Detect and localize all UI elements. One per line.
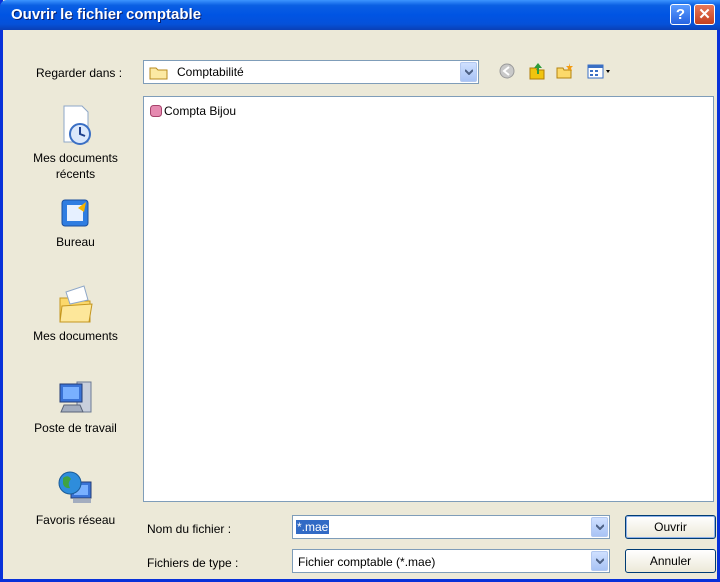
place-network[interactable]: Favoris réseau xyxy=(19,468,132,528)
filetype-value: Fichier comptable (*.mae) xyxy=(298,555,436,569)
place-label: Poste de travail xyxy=(34,421,117,435)
look-in-label: Regarder dans : xyxy=(36,66,123,80)
place-recent[interactable]: Mes documents récents xyxy=(19,104,132,182)
place-label: Mes documents xyxy=(33,329,118,343)
desktop-icon xyxy=(61,199,88,227)
chevron-down-icon[interactable] xyxy=(591,517,608,537)
place-label: Mes documents récents xyxy=(33,151,118,181)
folder-icon xyxy=(149,67,168,80)
filetype-dropdown[interactable]: Fichier comptable (*.mae) xyxy=(292,549,610,573)
view-menu-icon[interactable] xyxy=(585,60,615,82)
window-title: Ouvrir le fichier comptable xyxy=(11,6,202,23)
place-my-computer[interactable]: Poste de travail xyxy=(19,376,132,436)
look-in-dropdown[interactable]: Comptabilité xyxy=(143,60,479,84)
network-places-icon xyxy=(58,471,91,503)
filetype-label: Fichiers de type : xyxy=(147,556,239,570)
title-bar[interactable]: Ouvrir le fichier comptable ? ✕ xyxy=(0,0,720,30)
look-in-value: Comptabilité xyxy=(177,65,244,79)
open-file-dialog: Ouvrir le fichier comptable ? ✕ Regarder… xyxy=(0,0,720,582)
up-folder-icon[interactable] xyxy=(526,60,548,82)
places-bar: Mes documents récents Bureau Mes documen… xyxy=(19,96,132,537)
new-folder-icon[interactable] xyxy=(554,60,576,82)
back-icon[interactable] xyxy=(496,60,518,82)
file-name: Compta Bijou xyxy=(164,104,237,118)
close-button[interactable]: ✕ xyxy=(694,4,715,25)
filename-label: Nom du fichier : xyxy=(147,522,232,536)
place-label: Favoris réseau xyxy=(35,513,116,527)
my-computer-icon xyxy=(59,381,91,413)
place-desktop[interactable]: Bureau xyxy=(19,196,132,250)
my-documents-icon xyxy=(58,285,93,323)
open-button[interactable]: Ouvrir xyxy=(625,515,716,539)
chevron-down-icon[interactable] xyxy=(591,551,608,571)
filename-input[interactable]: *.mae xyxy=(292,515,610,539)
help-button[interactable]: ? xyxy=(670,4,691,25)
recent-documents-icon xyxy=(63,105,91,145)
place-label: Bureau xyxy=(56,235,95,249)
filename-value: *.mae xyxy=(296,520,330,534)
file-list[interactable]: Compta Bijou xyxy=(143,96,714,502)
database-file-icon xyxy=(150,105,162,117)
place-my-documents[interactable]: Mes documents xyxy=(19,282,132,344)
chevron-down-icon[interactable] xyxy=(460,62,477,82)
cancel-button[interactable]: Annuler xyxy=(625,549,716,573)
